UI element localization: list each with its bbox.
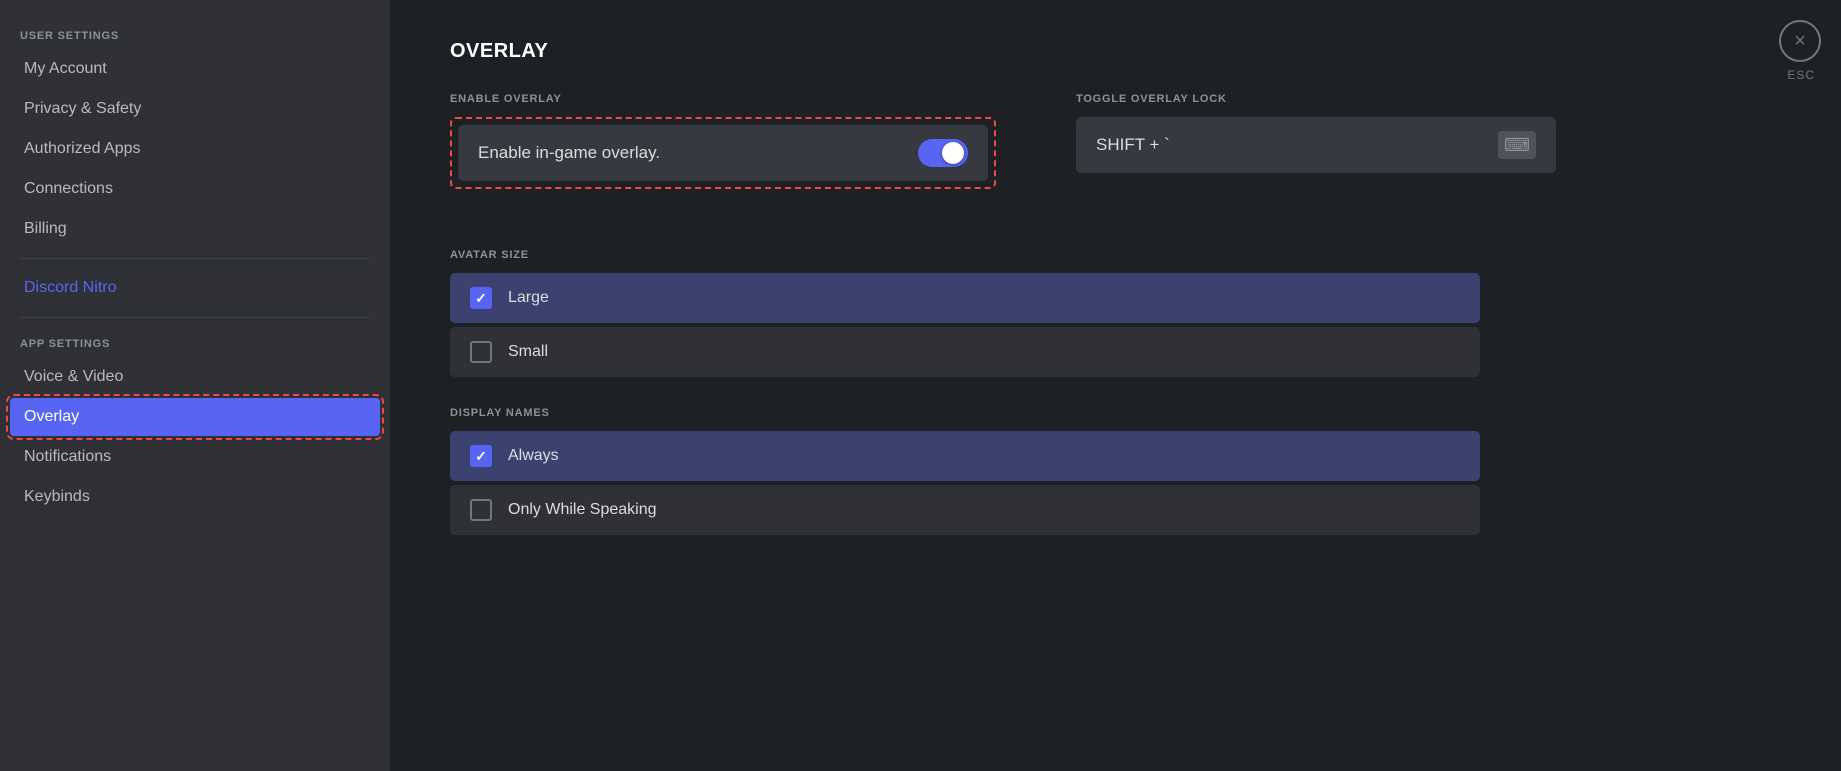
- avatar-option-large[interactable]: Large: [450, 273, 1480, 323]
- display-option-speaking[interactable]: Only While Speaking: [450, 485, 1480, 535]
- sidebar-divider: [20, 258, 370, 259]
- keybind-text: SHIFT + `: [1096, 135, 1170, 155]
- display-always-checkbox[interactable]: [470, 445, 492, 467]
- avatar-small-label: Small: [508, 343, 548, 361]
- display-always-label: Always: [508, 447, 559, 465]
- avatar-small-checkbox[interactable]: [470, 341, 492, 363]
- avatar-large-checkbox[interactable]: [470, 287, 492, 309]
- enable-overlay-section: ENABLE OVERLAY Enable in-game overlay.: [450, 93, 996, 219]
- sidebar-item-keybinds[interactable]: Keybinds: [10, 478, 380, 516]
- sidebar-item-privacy-safety[interactable]: Privacy & Safety: [10, 90, 380, 128]
- sidebar-item-billing[interactable]: Billing: [10, 210, 380, 248]
- sidebar-divider-2: [20, 317, 370, 318]
- main-content: × ESC OVERLAY ENABLE OVERLAY Enable in-g…: [390, 0, 1841, 771]
- user-settings-label: USER SETTINGS: [10, 20, 380, 48]
- keybind-row[interactable]: SHIFT + ` ⌨: [1076, 117, 1556, 173]
- sidebar-item-notifications[interactable]: Notifications: [10, 438, 380, 476]
- sidebar-item-discord-nitro[interactable]: Discord Nitro: [10, 269, 380, 307]
- avatar-size-section: AVATAR SIZE Large Small: [450, 249, 1781, 377]
- close-button[interactable]: ×: [1779, 20, 1821, 62]
- sidebar: USER SETTINGS My Account Privacy & Safet…: [0, 0, 390, 771]
- sidebar-item-overlay[interactable]: Overlay: [10, 398, 380, 436]
- overlay-toggle[interactable]: [918, 139, 968, 167]
- display-names-label: DISPLAY NAMES: [450, 407, 1781, 419]
- sidebar-item-connections[interactable]: Connections: [10, 170, 380, 208]
- toggle-knob: [942, 142, 964, 164]
- keyboard-icon: ⌨: [1498, 131, 1536, 159]
- top-row: ENABLE OVERLAY Enable in-game overlay. T…: [450, 93, 1781, 219]
- app-settings-label: APP SETTINGS: [10, 328, 380, 356]
- display-names-section: DISPLAY NAMES Always Only While Speaking: [450, 407, 1781, 535]
- enable-overlay-label: ENABLE OVERLAY: [450, 93, 996, 105]
- toggle-overlay-lock-section: TOGGLE OVERLAY LOCK SHIFT + ` ⌨: [1076, 93, 1556, 219]
- sidebar-item-authorized-apps[interactable]: Authorized Apps: [10, 130, 380, 168]
- toggle-overlay-lock-label: TOGGLE OVERLAY LOCK: [1076, 93, 1556, 105]
- esc-label: ESC: [1787, 68, 1815, 82]
- avatar-large-label: Large: [508, 289, 549, 307]
- enable-overlay-box: Enable in-game overlay.: [450, 117, 996, 189]
- enable-overlay-text: Enable in-game overlay.: [478, 143, 660, 163]
- sidebar-item-voice-video[interactable]: Voice & Video: [10, 358, 380, 396]
- enable-overlay-row[interactable]: Enable in-game overlay.: [458, 125, 988, 181]
- display-option-always[interactable]: Always: [450, 431, 1480, 481]
- sidebar-item-my-account[interactable]: My Account: [10, 50, 380, 88]
- display-speaking-label: Only While Speaking: [508, 501, 657, 519]
- display-speaking-checkbox[interactable]: [470, 499, 492, 521]
- avatar-option-small[interactable]: Small: [450, 327, 1480, 377]
- avatar-size-label: AVATAR SIZE: [450, 249, 1781, 261]
- page-title: OVERLAY: [450, 40, 1781, 63]
